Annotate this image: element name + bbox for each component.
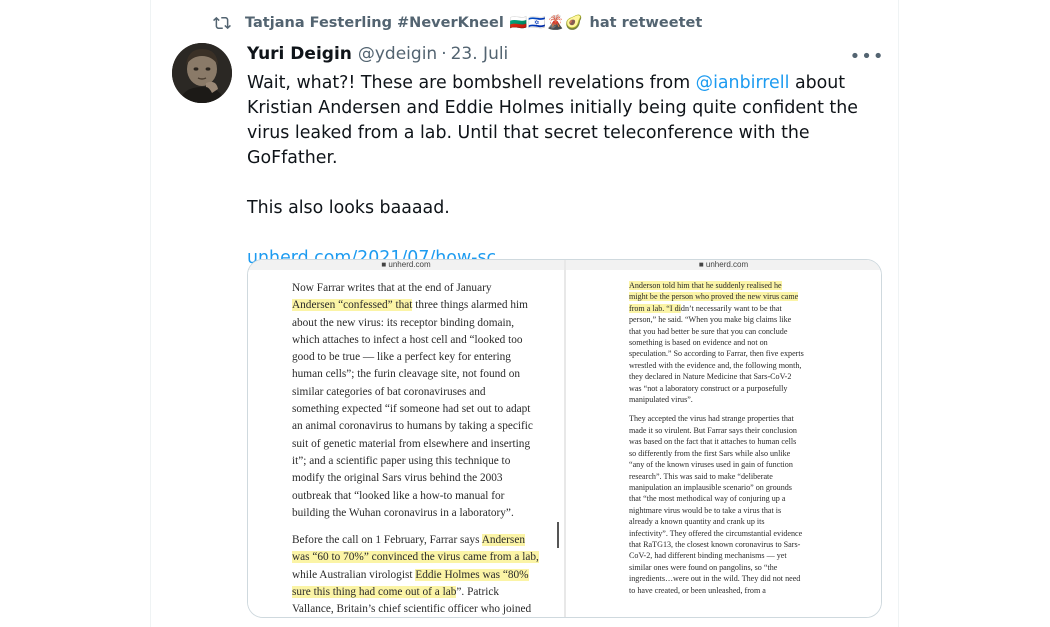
browser-url-bar: ■ unherd.com [566,260,881,270]
article-line: suit of genetic material from elsewhere … [292,437,531,450]
avatar[interactable] [172,43,232,103]
article-line: infectivity”. They offered the circumsta… [629,528,803,538]
highlighted-text: from a lab. “I di [629,303,681,313]
tweet-date[interactable]: 23. Juli [451,44,509,64]
tweet-media[interactable]: ■ unherd.com Now Farrar writes that at t… [247,259,882,618]
article-line: about the new virus: its receptor bindin… [292,316,515,329]
article-line: Vallance, Britain’s chief scientific off… [292,603,532,616]
article-text-right: Anderson told him that he suddenly reali… [629,280,854,596]
article-line: they declared in Nature Medicine that Sa… [629,372,792,382]
article-line: that you had better be sure that you can… [629,326,788,336]
retweeter-emoji: 🇧🇬🇮🇱🌋🥑 [509,15,584,31]
browser-url-bar: ■ unherd.com [248,260,564,270]
article-line: research”. This was said to make “delibe… [629,471,773,481]
article-line: from a lab. “I didn’t necessarily want t… [629,303,782,313]
highlighted-text: Andersen [481,534,525,547]
article-line: to have created, or been unleashed, from… [629,585,766,595]
article-line: might be the person who proved the new v… [629,292,799,302]
article-line: Andersen “confessed” that three things a… [292,299,528,312]
article-line: Before the call on 1 February, Farrar sa… [292,534,525,547]
separator-dot: · [441,44,447,64]
author-name[interactable]: Yuri Deigin [247,44,352,64]
tweet-paragraph-1: Wait, what?! These are bombshell revelat… [247,73,858,168]
highlighted-text: Anderson told him that he suddenly reali… [629,281,782,290]
article-line: Now Farrar writes that at the end of Jan… [292,282,492,294]
scroll-indicator [557,522,559,548]
article-line: similar ones were found on pangolins, so… [629,562,778,572]
article-line: wrestled with the evidence and, the foll… [629,360,802,370]
tweet-paragraph-2: This also looks baaaad. [247,198,450,218]
timeline-column: Tatjana Festerling #NeverKneel 🇧🇬🇮🇱🌋🥑 ha… [150,0,899,627]
article-line: person,” he said. “When you make big cla… [629,315,792,325]
article-line: CoV-2, had different binding mechanisms … [629,551,787,561]
tweet-text: Wait, what?! These are bombshell revelat… [247,71,887,271]
more-icon: ••• [849,45,885,67]
article-line: so differently from the first Sars while… [629,448,791,458]
highlighted-text: Andersen “confessed” that [292,299,413,312]
highlighted-text: sure this thing had come out of a lab [292,586,457,599]
retweet-suffix: hat retweetet [589,15,703,31]
article-line: human cells”; the furin cleavage site, n… [292,368,521,381]
more-options-button[interactable]: ••• [850,44,884,68]
author-handle[interactable]: @ydeigin [358,44,437,64]
article-line: They accepted the virus had strange prop… [629,414,794,424]
article-line: manipulation an implausible scenario” on… [629,482,792,492]
article-line: manipulated virus”. [629,395,693,405]
screenshot-page-right: ■ unherd.com Anderson told him that he s… [566,260,881,617]
article-line: while Australian virologist Eddie Holmes… [292,568,529,581]
article-line: that “the most methodical way of conjuri… [629,494,786,504]
retweet-icon [213,16,231,30]
avatar-photo [172,43,232,103]
article-line: similar categories of bat coronaviruses … [292,385,486,398]
tweet-header: Yuri Deigin @ydeigin · 23. Juli [247,44,508,64]
article-line: was “not a laboratory construct or a pur… [629,383,788,393]
article-line: nightmare virus would be to take a virus… [629,505,782,515]
retweeter-name[interactable]: Tatjana Festerling #NeverKneel [245,15,504,31]
screenshot-page-left: ■ unherd.com Now Farrar writes that at t… [248,260,564,617]
article-line: outbreak that “looked like a how-to manu… [292,489,505,502]
article-line: modify the original Sars virus behind th… [292,472,503,485]
mention-link[interactable]: @ianbirrell [696,73,790,93]
article-line: good to be true — like a perfect key for… [292,351,511,364]
article-line: something expected “if someone had set o… [292,403,531,416]
article-line: was based on the fact that it attaches t… [629,437,797,447]
article-line: sure this thing had come out of a lab”. … [292,586,500,599]
retweet-context[interactable]: Tatjana Festerling #NeverKneel 🇧🇬🇮🇱🌋🥑 ha… [213,12,702,34]
article-line: that RaTG13, the closest known coronavir… [629,539,801,549]
highlighted-text: Eddie Holmes was “80% [415,568,529,581]
article-line: which attaches to infect a host cell and… [292,333,523,346]
article-line: “any of the known viruses used in gain o… [629,460,793,470]
article-line: speculation.” So according to Farrar, th… [629,349,804,359]
article-line: something is based on evidence and not o… [629,338,768,348]
article-line: it”; and a scientific paper using this t… [292,454,511,467]
highlighted-text: was “60 to 70%” convinced the virus came… [292,551,539,564]
article-line: an animal coronavirus to humans by takin… [292,420,533,433]
article-line: ingredients…were out in the wild. They d… [629,574,801,584]
highlighted-text: might be the person who proved the new v… [629,292,799,302]
article-text-left: Now Farrar writes that at the end of Jan… [292,280,562,617]
article-line: was “60 to 70%” convinced the virus came… [292,551,539,564]
article-line: made it so virulent. But Farrar says the… [629,425,797,435]
article-line: Anderson told him that he suddenly reali… [629,281,782,290]
article-line: already a known quantity and crank up it… [629,517,765,527]
article-line: building the Wuhan coronavirus in a labo… [292,506,514,519]
